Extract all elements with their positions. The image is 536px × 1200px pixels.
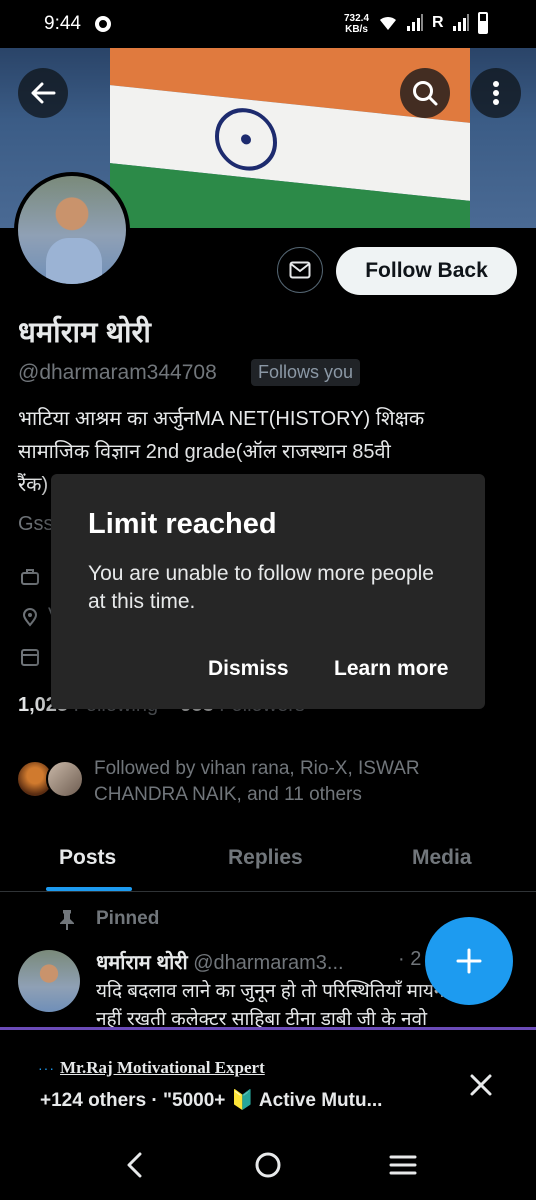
limit-reached-dialog: Limit reached You are unable to follow m… [51,474,485,709]
roaming-indicator: R [432,14,444,31]
plus-icon [456,948,482,974]
back-button[interactable] [18,68,68,118]
post-author-avatar[interactable] [18,950,80,1012]
tab-media[interactable]: Media [412,846,472,870]
nav-recents-icon[interactable] [388,1150,418,1180]
nav-home-icon[interactable] [253,1150,283,1180]
system-nav-bar [0,1130,536,1200]
message-button[interactable] [277,247,323,293]
post-author-name[interactable]: धर्माराम थोरी [96,952,188,974]
dialog-body: You are unable to follow more people at … [88,562,434,613]
search-button[interactable] [400,68,450,118]
post-header: धर्माराम थोरी @dharmaram3... [96,948,344,975]
status-icons: R [378,12,488,34]
signal-icon [407,14,423,31]
envelope-icon [289,261,311,279]
display-name: धर्माराम थोरी [18,317,151,349]
notification-dots-icon: ··· [38,1060,55,1076]
signal-icon-2 [452,14,469,31]
profile-handle: @dharmaram344708 [18,361,217,384]
network-speed-unit: KB/s [345,24,368,35]
network-speed: 732.4 KB/s [344,13,369,35]
avatar [46,760,84,798]
follow-back-button[interactable]: Follow Back [336,247,517,295]
arrow-left-icon [31,82,56,104]
briefcase-icon [21,569,39,585]
chrome-icon [95,16,111,32]
network-speed-value: 732.4 [344,13,370,24]
status-bar: 9:44 732.4 KB/s R [0,0,536,48]
bio-line: सामाजिक विज्ञान 2nd grade(ऑल राजस्थान 85… [18,441,391,463]
dismiss-button[interactable]: Dismiss [208,657,289,681]
nav-back-icon[interactable] [120,1150,150,1180]
battery-icon [477,12,488,34]
notification-text: +124 others · "5000+ 🔰 Active Mutu... [40,1090,383,1111]
active-tab-indicator [46,887,132,891]
bio-line: भाटिया आश्रम का अर्जुनMA NET(HISTORY) शि… [18,408,425,430]
search-icon [413,81,438,106]
notification-title: Mr.Raj Motivational Expert [60,1058,265,1077]
more-options-button[interactable] [471,68,521,118]
status-time: 9:44 [44,13,81,34]
post-author-handle: @dharmaram3... [193,952,344,974]
bio-line: Gss [18,513,54,535]
followed-by-avatars[interactable] [16,760,88,798]
dialog-title: Limit reached [88,508,277,540]
location-pin-icon [22,608,38,627]
post-timestamp: · 2 [398,948,422,970]
wifi-icon [380,16,396,30]
profile-tabs: Posts Replies Media [0,830,536,892]
close-icon[interactable] [466,1070,496,1100]
followed-by-text[interactable]: Followed by vihan rana, Rio-X, ISWAR CHA… [94,756,514,808]
tab-posts[interactable]: Posts [59,846,116,870]
learn-more-button[interactable]: Learn more [334,657,448,681]
profile-avatar[interactable] [14,172,130,288]
more-vertical-icon [493,81,499,105]
follows-you-badge: Follows you [251,359,361,386]
pinned-label: Pinned [96,908,160,929]
notification-banner[interactable]: ··· Mr.Raj Motivational Expert +124 othe… [0,1027,536,1127]
compose-fab-button[interactable] [425,917,513,1005]
tab-replies[interactable]: Replies [228,846,303,870]
calendar-icon [21,649,39,666]
pin-icon [60,910,74,930]
